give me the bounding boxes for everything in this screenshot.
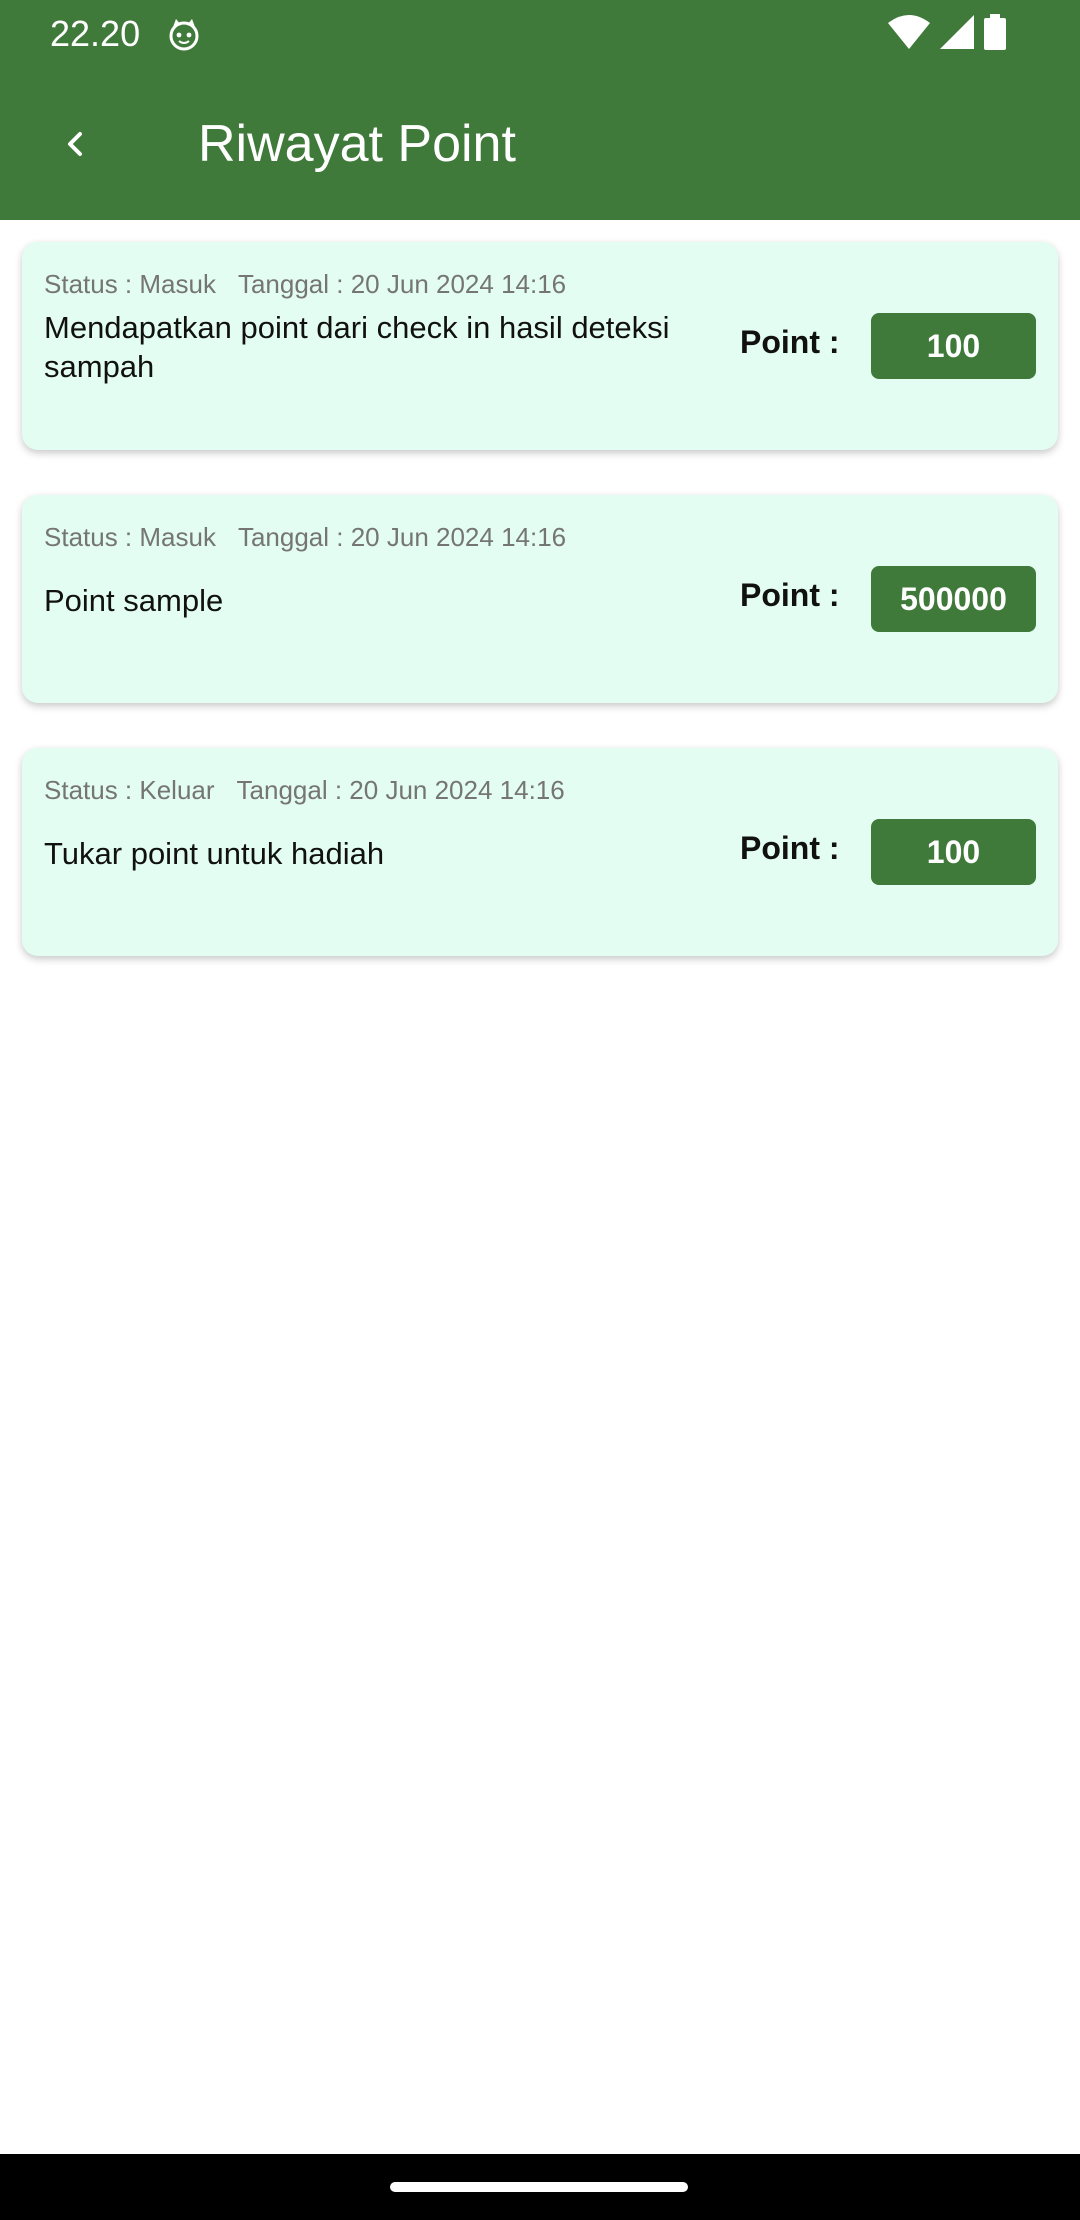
- point-value-badge: 500000: [871, 566, 1036, 632]
- date-text: Tanggal : 20 Jun 2024 14:16: [237, 269, 567, 299]
- date-text: Tanggal : 20 Jun 2024 14:16: [237, 522, 567, 552]
- card-description: Point sample: [44, 583, 224, 618]
- point-history-card[interactable]: Status : Masuk Tanggal : 20 Jun 2024 14:1…: [22, 495, 1058, 703]
- point-history-list: Status : Masuk Tanggal : 20 Jun 2024 14:1…: [22, 242, 1058, 1001]
- point-label: Point :: [740, 830, 840, 866]
- cat-icon: [166, 16, 202, 52]
- status-text: Status : Masuk: [44, 522, 216, 552]
- status-icons: [888, 14, 1006, 55]
- back-arrow-icon: [60, 128, 92, 165]
- point-value-badge: 100: [871, 313, 1036, 379]
- card-meta: Status : Masuk Tanggal : 20 Jun 2024 14:1…: [44, 521, 566, 553]
- card-meta: Status : Masuk Tanggal : 20 Jun 2024 14:1…: [44, 268, 566, 300]
- cell-signal-icon: [940, 15, 974, 54]
- back-button[interactable]: [40, 110, 112, 182]
- point-label: Point :: [740, 324, 840, 360]
- status-text: Status : Keluar: [44, 775, 215, 805]
- point-value-badge: 100: [871, 819, 1036, 885]
- wifi-icon: [888, 15, 930, 54]
- home-indicator[interactable]: [390, 2182, 688, 2192]
- system-nav-bar: [0, 2154, 1080, 2220]
- point-label: Point :: [740, 577, 840, 613]
- point-history-card[interactable]: Status : Keluar Tanggal : 20 Jun 2024 14:…: [22, 748, 1058, 956]
- date-text: Tanggal : 20 Jun 2024 14:16: [236, 775, 565, 805]
- card-meta: Status : Keluar Tanggal : 20 Jun 2024 14:…: [44, 774, 565, 806]
- battery-icon: [984, 14, 1006, 55]
- card-description: Tukar point untuk hadiah: [44, 836, 385, 871]
- point-history-card[interactable]: Status : Masuk Tanggal : 20 Jun 2024 14:1…: [22, 242, 1058, 450]
- app-header: 22.20 Riwayat Point: [0, 0, 1080, 220]
- status-text: Status : Masuk: [44, 269, 216, 299]
- status-time: 22.20: [50, 13, 141, 54]
- page-title: Riwayat Point: [198, 115, 516, 173]
- card-description: Mendapatkan point dari check in hasil de…: [44, 310, 670, 384]
